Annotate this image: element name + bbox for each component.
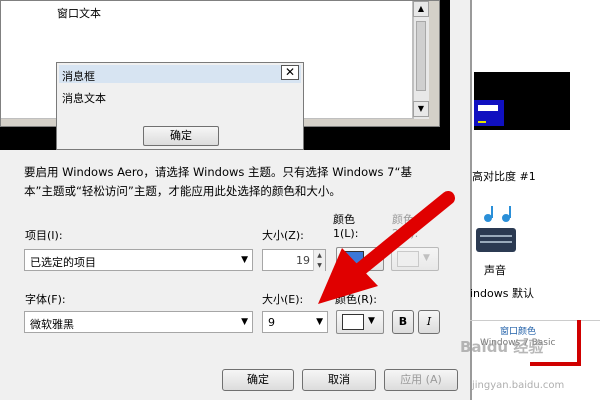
thumbnail-accent — [478, 121, 486, 123]
apply-button[interactable]: 应用 (A) — [384, 369, 458, 391]
item-size-label: 大小(Z): — [262, 229, 304, 242]
sound-sublabel: indows 默认 — [470, 287, 534, 300]
font-select-value: 微软雅黑 — [30, 318, 74, 331]
highlight-border — [530, 362, 581, 366]
font-label: 字体(F): — [25, 293, 66, 306]
chevron-down-icon: ▼ — [241, 255, 248, 265]
close-icon: ✕ — [281, 65, 299, 80]
font-size-value: 9 — [268, 316, 275, 329]
red-arrow-annotation — [318, 191, 455, 304]
watermark-baidu: Baidu 经验 — [460, 338, 544, 356]
thumbnail-titlebar — [478, 105, 498, 111]
message-box-title: 消息框 — [62, 70, 95, 83]
aero-info-line-1: 要启用 Windows Aero，请选择 Windows 主题。只有选择 Win… — [24, 165, 412, 179]
cancel-button[interactable]: 取消 — [302, 369, 376, 391]
sound-icon[interactable] — [474, 206, 524, 260]
item-select-value: 已选定的项目 — [30, 256, 96, 269]
highlight-border — [577, 320, 581, 366]
font-size-label: 大小(E): — [262, 293, 304, 306]
scroll-thumb — [416, 21, 426, 91]
message-box-title-bar: 消息框 — [59, 65, 301, 83]
high-contrast-theme-label[interactable]: 高对比度 #1 — [472, 168, 536, 184]
message-box-ok-button: 确定 — [143, 126, 219, 146]
preview-message-box: 消息框 ✕ 消息文本 确定 — [56, 62, 304, 150]
watermark-url: jingyan.baidu.com — [472, 380, 565, 391]
item-label: 项目(I): — [25, 229, 63, 242]
preview-window-text: 窗口文本 — [57, 7, 101, 20]
ok-button[interactable]: 确定 — [222, 369, 294, 391]
scroll-up-icon: ▲ — [413, 1, 429, 17]
sound-label[interactable]: 声音 — [484, 262, 506, 278]
preview-scrollbar: ▲ ▼ — [413, 1, 429, 119]
scroll-down-icon: ▼ — [413, 101, 429, 117]
chevron-down-icon: ▼ — [241, 317, 248, 327]
font-select[interactable]: 微软雅黑 ▼ — [24, 311, 253, 333]
aero-info-line-2: 本”主题或“轻松访问”主题，才能应用此处选择的颜色和大小。 — [24, 184, 341, 198]
message-box-text: 消息文本 — [62, 92, 106, 105]
item-select[interactable]: 已选定的项目 ▼ — [24, 249, 253, 271]
